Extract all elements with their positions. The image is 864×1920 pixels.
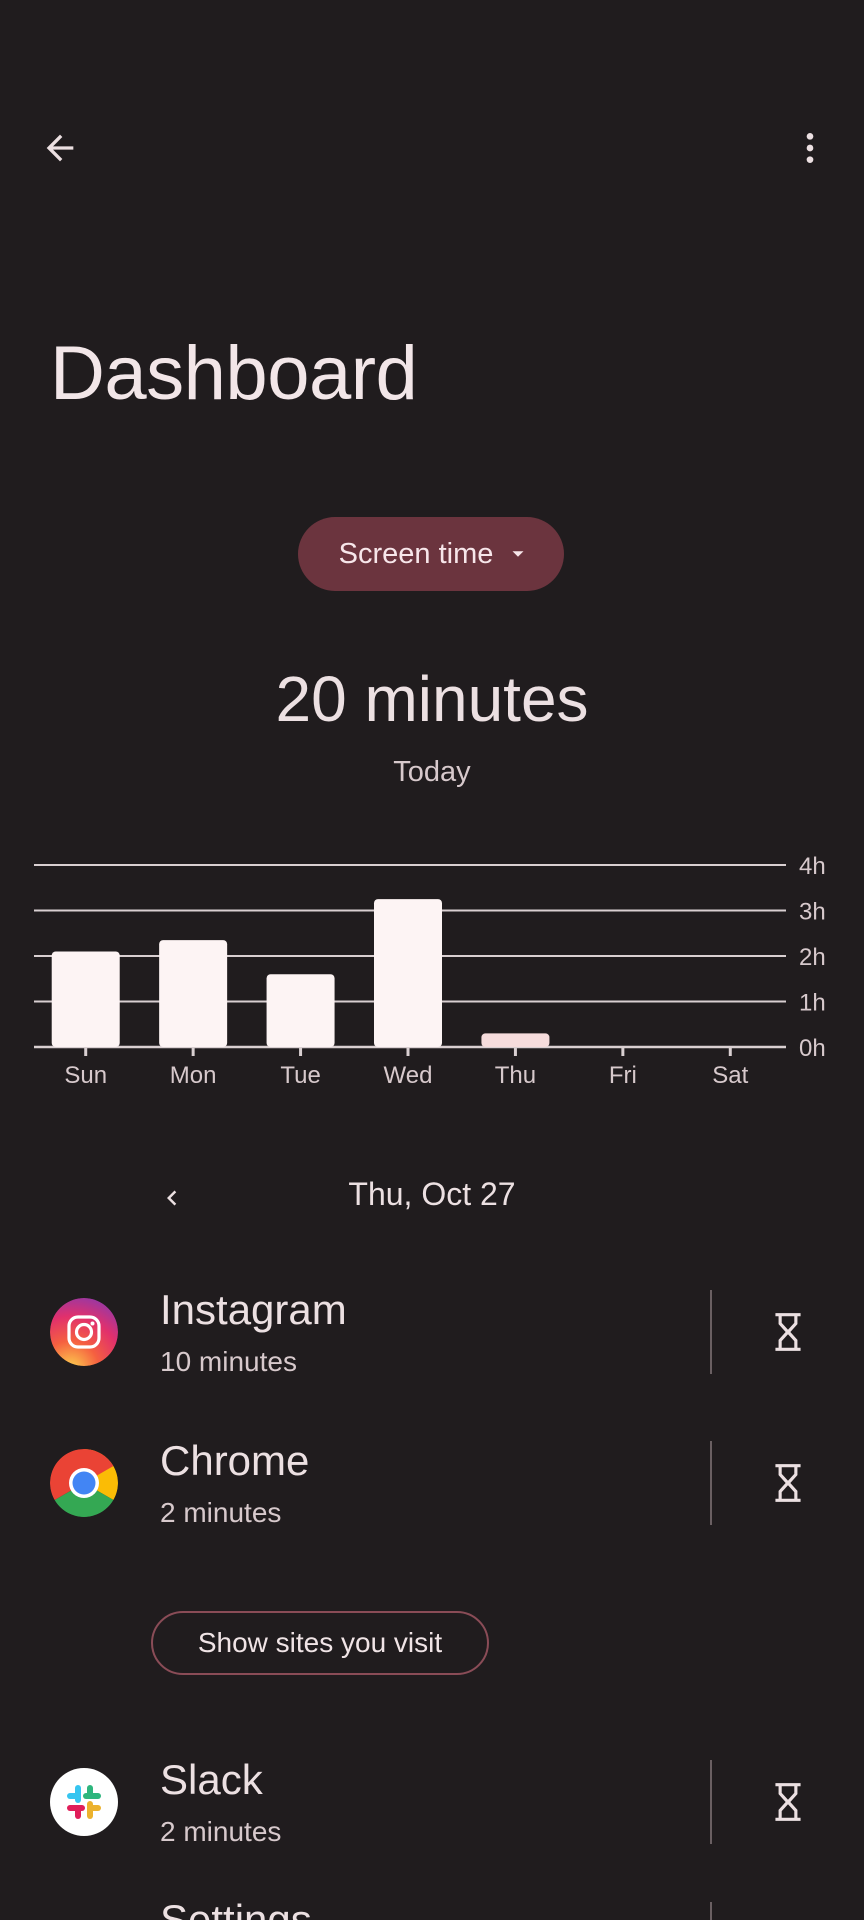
chart-x-tick-label: Wed	[384, 1062, 433, 1089]
usage-total: 20 minutes	[275, 663, 589, 735]
app-timer-button-slack[interactable]	[752, 1766, 824, 1838]
chart-bar-mon[interactable]	[159, 940, 228, 1047]
digital-wellbeing-dashboard: Dashboard Screen time 20 minutes Today 0…	[0, 0, 864, 1920]
app-timer-button-chrome[interactable]	[752, 1447, 824, 1519]
metric-selector-chip[interactable]: Screen time	[298, 517, 564, 591]
back-button[interactable]	[22, 110, 98, 186]
chart-y-tick-label: 1h	[799, 990, 826, 1017]
chart-x-tick-label: Fri	[609, 1062, 637, 1089]
chart-x-tick-label: Sun	[64, 1062, 107, 1089]
chart-y-tick-label: 2h	[799, 944, 826, 971]
dropdown-arrow-icon	[512, 551, 524, 557]
app-name: Instagram	[160, 1286, 347, 1333]
chart-bar-wed[interactable]	[374, 899, 442, 1047]
app-usage: 2 minutes	[160, 1816, 282, 1847]
row-divider	[710, 1760, 712, 1844]
chart-y-tick-label: 0h	[799, 1035, 826, 1062]
app-usage: 10 minutes	[160, 1346, 297, 1377]
app-row-chrome[interactable]: Chrome 2 minutes	[0, 1423, 864, 1543]
chart-x-tick-label: Sat	[712, 1062, 748, 1089]
app-usage: 2 minutes	[160, 1497, 282, 1528]
slack-icon	[50, 1768, 118, 1836]
row-divider	[710, 1441, 712, 1525]
hourglass-icon	[775, 1313, 801, 1351]
app-name: Slack	[160, 1756, 263, 1803]
app-name-partial: Settings	[160, 1896, 312, 1920]
chart-y-tick-label: 4h	[799, 853, 826, 880]
row-divider	[710, 1290, 712, 1374]
app-row-slack[interactable]: Slack 2 minutes	[0, 1742, 864, 1862]
more-options-button[interactable]	[772, 110, 848, 186]
back-arrow-icon	[46, 134, 74, 162]
usage-bar-chart: 0h 1h 2h 3h 4h Sun Mon Tue Wed Thu Fri Sat	[34, 853, 826, 1089]
metric-selector-label: Screen time	[338, 537, 494, 570]
chart-bar-sun[interactable]	[51, 951, 120, 1047]
chart-x-tick-label: Thu	[495, 1062, 536, 1089]
chart-x-tick-label: Tue	[280, 1062, 320, 1089]
show-sites-button[interactable]: Show sites you visit	[151, 1611, 489, 1675]
chart-y-tick-label: 3h	[799, 899, 826, 926]
page-title: Dashboard	[50, 331, 418, 416]
app-row-instagram[interactable]: Instagram 10 minutes	[0, 1272, 864, 1392]
hourglass-icon	[775, 1464, 801, 1502]
more-vert-icon	[806, 133, 814, 163]
selected-date: Thu, Oct 27	[348, 1176, 516, 1212]
app-timer-button-instagram[interactable]	[752, 1296, 824, 1368]
chrome-icon	[50, 1449, 118, 1517]
chart-bar-thu[interactable]	[481, 1033, 550, 1047]
row-divider	[710, 1902, 712, 1920]
chart-bar-tue[interactable]	[266, 974, 335, 1047]
usage-period: Today	[393, 756, 471, 788]
chart-x-tick-label: Mon	[170, 1062, 217, 1089]
hourglass-icon	[775, 1783, 801, 1821]
app-name: Chrome	[160, 1437, 310, 1484]
instagram-icon	[50, 1298, 118, 1366]
